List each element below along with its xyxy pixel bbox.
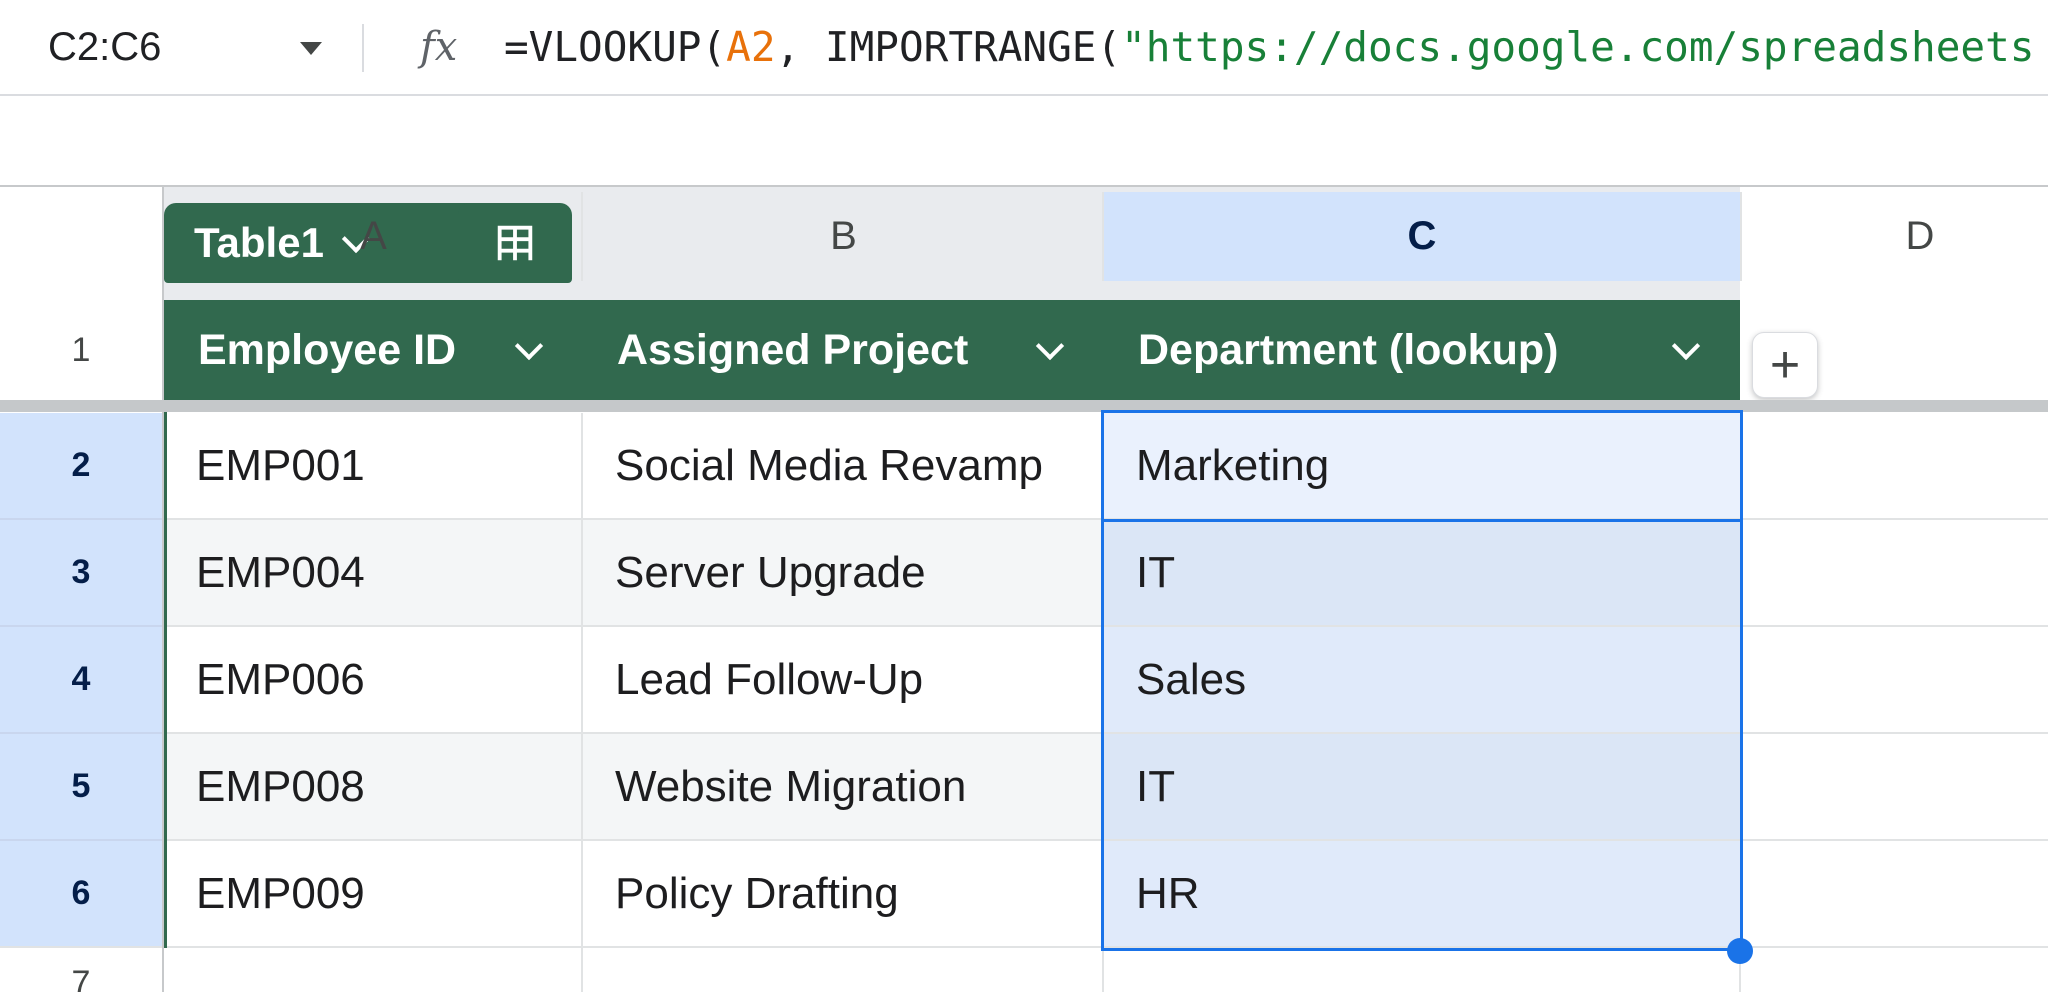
cell-C6[interactable]: HR	[1104, 841, 1740, 948]
gridline	[581, 192, 583, 281]
column-label: B	[830, 214, 857, 258]
cell-B5[interactable]: Website Migration	[583, 734, 1104, 841]
gridline	[1740, 625, 2048, 627]
table-header-employee-id[interactable]: Employee ID	[164, 300, 583, 400]
header-label: Employee ID	[198, 325, 457, 374]
row-header-5[interactable]: 5	[0, 734, 162, 841]
cell-B3[interactable]: Server Upgrade	[583, 520, 1104, 627]
formula-input[interactable]: =VLOOKUP( A2 , IMPORTRANGE( "https://doc…	[504, 0, 2048, 94]
gridline	[1740, 732, 2048, 734]
name-box[interactable]: C2:C6	[48, 0, 161, 94]
cell-B4[interactable]: Lead Follow-Up	[583, 627, 1104, 734]
divider	[362, 24, 364, 72]
formula-bar: C2:C6 fx =VLOOKUP( A2 , IMPORTRANGE( "ht…	[0, 0, 2048, 96]
column-header-B[interactable]: B	[583, 192, 1104, 281]
frozen-row-divider[interactable]	[0, 400, 2048, 412]
header-label: Department (lookup)	[1138, 325, 1559, 374]
table-row: EMP004 Server Upgrade IT	[164, 520, 1740, 627]
gridline	[1740, 518, 2048, 520]
table-header-row: Employee ID Assigned Project Department …	[164, 300, 1740, 400]
table-row: EMP009 Policy Drafting HR	[164, 841, 1740, 948]
name-box-dropdown-icon[interactable]	[300, 42, 322, 55]
cell-A3[interactable]: EMP004	[164, 520, 583, 627]
row-label: 3	[71, 553, 91, 591]
cell-A4[interactable]: EMP006	[164, 627, 583, 734]
chevron-down-icon	[1671, 331, 1701, 361]
cell-C5[interactable]: IT	[1104, 734, 1740, 841]
column-label: C	[1407, 214, 1437, 258]
row-label: 6	[71, 874, 91, 912]
gridline	[1102, 192, 1104, 281]
column-header-border	[0, 185, 2048, 187]
fill-handle[interactable]	[1727, 938, 1753, 964]
row-label: 5	[71, 767, 91, 805]
gridline	[1102, 948, 1104, 992]
cell-C2-active[interactable]: Marketing	[1104, 413, 1740, 520]
row-label: 4	[71, 660, 91, 698]
gridline	[1740, 946, 2048, 948]
formula-token-string: "https://docs.google.com/spreadsheets	[1121, 23, 2035, 71]
chevron-down-icon	[1035, 331, 1065, 361]
column-header-A[interactable]: A	[164, 192, 583, 281]
plus-icon: +	[1769, 336, 1801, 394]
row-header-4[interactable]: 4	[0, 627, 162, 734]
column-label: D	[1905, 214, 1935, 258]
row-headers: 1 2 3 4 5 6 7	[0, 187, 164, 992]
row-header-2[interactable]: 2	[0, 413, 162, 520]
table-row: EMP001 Social Media Revamp Marketing	[164, 413, 1740, 520]
gridline	[1740, 839, 2048, 841]
column-label: A	[360, 214, 387, 258]
gridline	[581, 948, 583, 992]
fx-icon: fx	[420, 24, 458, 70]
cell-A5[interactable]: EMP008	[164, 734, 583, 841]
row-header-7[interactable]: 7	[0, 948, 162, 992]
table-row: EMP006 Lead Follow-Up Sales	[164, 627, 1740, 734]
cell-C4[interactable]: Sales	[1104, 627, 1740, 734]
cell-A2[interactable]: EMP001	[164, 413, 583, 520]
table-header-assigned-project[interactable]: Assigned Project	[583, 300, 1104, 400]
formula-token: =VLOOKUP(	[504, 23, 727, 71]
row-label: 7	[71, 963, 91, 992]
table-row: EMP008 Website Migration IT	[164, 734, 1740, 841]
column-header-D[interactable]: D	[1740, 192, 2048, 281]
formula-token: , IMPORTRANGE(	[775, 23, 1122, 71]
chevron-down-icon	[514, 331, 544, 361]
column-header-C[interactable]: C	[1104, 192, 1740, 281]
row-label: 1	[71, 330, 91, 369]
row-label: 2	[71, 446, 91, 484]
row-header-3[interactable]: 3	[0, 520, 162, 627]
gridline	[1740, 192, 1742, 281]
row-header-6[interactable]: 6	[0, 841, 162, 948]
table-body: EMP001 Social Media Revamp Marketing EMP…	[164, 413, 1740, 948]
column-headers: A B C D	[0, 96, 2048, 281]
cell-A6[interactable]: EMP009	[164, 841, 583, 948]
table-header-department-lookup[interactable]: Department (lookup)	[1104, 300, 1740, 400]
cell-B2[interactable]: Social Media Revamp	[583, 413, 1104, 520]
add-column-button[interactable]: +	[1752, 332, 1818, 398]
cell-C3[interactable]: IT	[1104, 520, 1740, 627]
formula-token-cell-ref: A2	[726, 23, 776, 71]
cell-B6[interactable]: Policy Drafting	[583, 841, 1104, 948]
row-header-1[interactable]: 1	[0, 300, 162, 400]
table-left-border	[164, 300, 167, 948]
spreadsheet-app: Table1 A B C D 1 2 3 4 5 6 7 Employee ID…	[0, 0, 2048, 992]
header-label: Assigned Project	[617, 325, 969, 374]
